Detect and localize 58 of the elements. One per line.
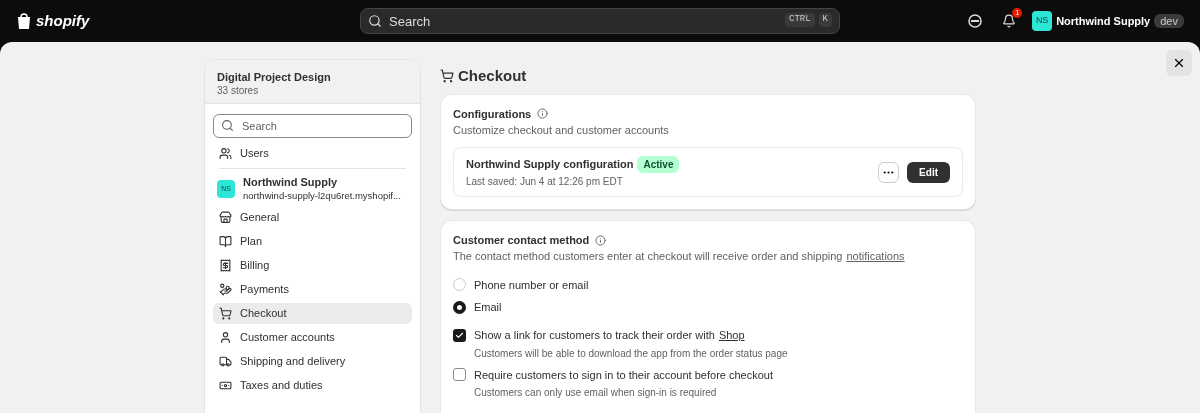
sidebar-item[interactable]: Payments	[213, 278, 412, 300]
section-title: Configurations	[453, 106, 532, 121]
notifications-link[interactable]: notifications	[846, 249, 905, 264]
close-button[interactable]	[1166, 50, 1192, 76]
radio-button[interactable]	[453, 300, 466, 314]
section-title: Customer contact method	[453, 233, 590, 248]
sidebar-search-field[interactable]: Search	[213, 114, 412, 139]
sidebar-item[interactable]: Checkout	[213, 302, 412, 324]
sidebar-item[interactable]: Taxes and duties	[213, 374, 412, 396]
search-icon	[368, 14, 382, 28]
sidebar-item[interactable]: General	[213, 206, 412, 228]
checkbox-label: Show a link for customers to track their order with	[474, 328, 715, 343]
store-avatar[interactable]: NS	[1032, 11, 1053, 31]
info-icon[interactable]	[595, 234, 607, 246]
book-icon	[219, 234, 232, 248]
store-domain: northwind-supply-l2qu6ret.myshopif...	[243, 189, 401, 202]
users-link[interactable]: Users	[240, 146, 269, 161]
checkbox-label: Require customers to sign in to their account before checkout	[474, 367, 773, 382]
person-icon	[219, 330, 232, 344]
page-title: Checkout	[458, 66, 527, 86]
shop-link[interactable]: Shop	[718, 328, 745, 343]
last-saved: Last saved: Jun 4 at 12:26 pm EDT	[466, 175, 624, 189]
section-subtitle: Customize checkout and customer accounts	[453, 122, 670, 138]
dev-badge: dev	[1154, 13, 1184, 29]
info-icon[interactable]	[537, 108, 549, 120]
store-name: Northwind Supply	[243, 175, 339, 190]
sidebar-item[interactable]: Customer accounts	[213, 326, 412, 348]
radio-label: Email	[474, 300, 502, 315]
organization-name: Digital Project Design	[217, 70, 332, 85]
storefront-icon	[219, 210, 232, 224]
check-icon	[455, 330, 464, 340]
truck-icon	[219, 354, 232, 368]
checkbox-help: Customers can only use email when sign-in is required	[474, 385, 718, 399]
users-icon	[219, 146, 232, 160]
sidebar-item[interactable]: Shipping and delivery	[213, 350, 412, 372]
store-count: 33 stores	[217, 84, 260, 98]
checkbox[interactable]	[453, 328, 466, 342]
sidebar-item[interactable]: Plan	[213, 230, 412, 252]
cart-icon	[440, 68, 454, 83]
keyboard-key: CTRL	[785, 13, 815, 27]
cart-icon	[219, 306, 232, 320]
close-icon	[1172, 56, 1186, 70]
logo-wordmark[interactable]: shopify	[36, 11, 90, 31]
section-description: The contact method customers enter at checkout will receive order and shipping	[453, 249, 843, 264]
shopping-bag-logo-icon	[16, 12, 32, 30]
checkbox[interactable]	[453, 368, 466, 382]
configuration-name: Northwind Supply configuration	[466, 157, 634, 172]
sidebar-item[interactable]: Billing	[213, 254, 412, 276]
status-badge: Active	[637, 156, 680, 174]
edit-button[interactable]: Edit	[907, 161, 950, 183]
more-button[interactable]	[878, 161, 900, 183]
bell-icon[interactable]	[1002, 14, 1017, 28]
search-icon	[221, 119, 234, 133]
checkbox-help: Customers will be able to download the app from the order status page	[474, 346, 789, 360]
receipt-icon	[219, 258, 232, 272]
store-name[interactable]: Northwind Supply	[1056, 13, 1151, 29]
radio-label: Phone number or email	[474, 277, 589, 292]
hand-coins-icon	[219, 282, 232, 296]
